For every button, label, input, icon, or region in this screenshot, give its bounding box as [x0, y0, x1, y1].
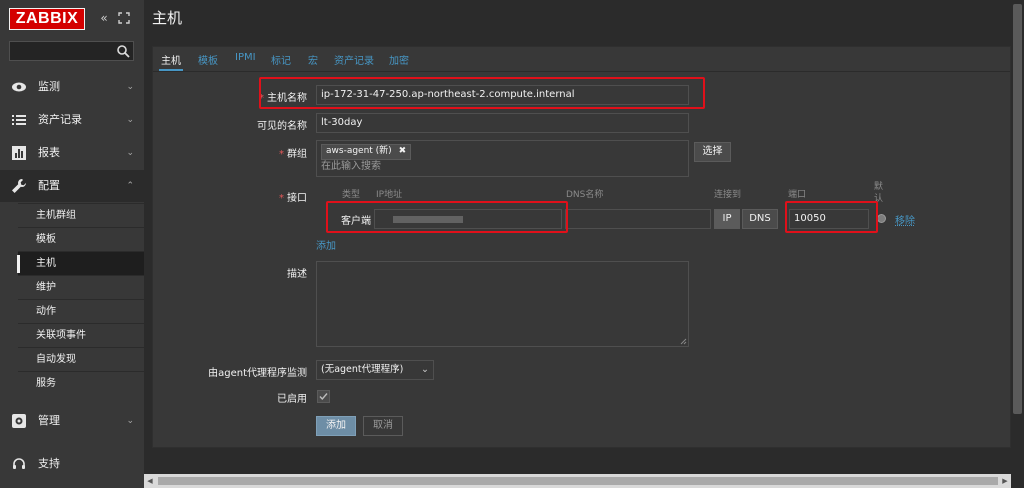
nav-label: 监测 [38, 80, 60, 93]
sidebar-item-hosts[interactable]: 主机 [17, 251, 144, 275]
page-title: 主机 [152, 9, 183, 27]
tab-templates[interactable]: 模板 [198, 52, 218, 67]
nav-administration[interactable]: 管理 ⌄ [0, 405, 144, 437]
list-icon [12, 115, 26, 125]
sidebar-item-host-groups[interactable]: 主机群组 [18, 203, 144, 227]
scroll-right-icon[interactable]: ▶ [999, 474, 1011, 488]
collapse-sidebar-icon[interactable]: « [97, 10, 111, 26]
search-icon[interactable] [116, 44, 130, 58]
config-submenu: 主机群组 模板 主机 维护 动作 关联项事件 自动发现 服务 [17, 203, 144, 395]
sidebar-item-discovery[interactable]: 自动发现 [18, 347, 144, 371]
cancel-button[interactable]: 取消 [363, 416, 403, 436]
sidebar-item-templates[interactable]: 模板 [18, 227, 144, 251]
interfaces-label: * 接口 [279, 193, 307, 204]
scroll-thumb[interactable] [158, 477, 998, 485]
tab-inventory[interactable]: 资产记录 [334, 52, 374, 67]
chevron-down-icon: ⌄ [421, 364, 429, 375]
nav-monitoring[interactable]: 监测 ⌄ [0, 71, 144, 103]
host-form-panel: 主机 模板 IPMI 标记 宏 资产记录 加密 * 主机名称 ip-172-31-… [152, 46, 1011, 448]
sidebar-item-services[interactable]: 服务 [18, 371, 144, 395]
checkmark-icon [319, 393, 328, 401]
tab-macros[interactable]: 宏 [308, 52, 318, 67]
sidebar-item-event-correlation[interactable]: 关联项事件 [18, 323, 144, 347]
remove-tag-icon[interactable]: ✖ [399, 146, 407, 156]
group-tag-label: aws-agent (新) [326, 146, 392, 156]
iface-header-connect: 连接到 [714, 190, 742, 200]
chevron-up-icon: ⌃ [126, 181, 134, 191]
chevron-down-icon: ⌄ [126, 115, 134, 125]
enabled-label: 已启用 [277, 394, 307, 405]
iface-header-type: 类型 [342, 190, 361, 200]
proxy-label: 由agent代理程序监测 [208, 368, 307, 379]
groups-label: * 群组 [279, 149, 307, 160]
sidebar-item-actions[interactable]: 动作 [18, 299, 144, 323]
add-interface-link[interactable]: 添加 [316, 237, 336, 252]
tab-bar: 主机 模板 IPMI 标记 宏 资产记录 加密 [153, 47, 1010, 72]
nav-support[interactable]: 支持 [0, 448, 144, 480]
default-radio[interactable] [877, 214, 886, 223]
nav-label: 支持 [38, 457, 60, 470]
groups-multiselect[interactable]: aws-agent (新) ✖ 在此输入搜索 [316, 140, 689, 177]
nav-label: 报表 [38, 146, 60, 159]
nav-label: 配置 [38, 179, 60, 192]
iface-dns-input[interactable] [565, 209, 711, 229]
wrench-icon [12, 179, 26, 193]
nav-inventory[interactable]: 资产记录 ⌄ [0, 104, 144, 136]
gear-icon [12, 414, 26, 428]
iface-header-ip: IP地址 [376, 190, 403, 200]
visible-name-input[interactable]: lt-30day [316, 113, 689, 133]
zabbix-logo[interactable]: ZABBIX [9, 8, 85, 30]
iface-header-dns: DNS名称 [566, 190, 604, 200]
proxy-select-value: (无agent代理程序) [321, 364, 404, 375]
highlight-port [785, 201, 878, 233]
eye-icon [12, 82, 26, 92]
scroll-left-icon[interactable]: ◀ [144, 474, 156, 488]
kiosk-mode-icon[interactable] [117, 10, 131, 26]
chevron-down-icon: ⌄ [126, 82, 134, 92]
group-tag: aws-agent (新) ✖ [321, 144, 412, 160]
resize-handle-icon[interactable] [680, 338, 687, 345]
headset-icon [13, 458, 25, 469]
tab-ipmi[interactable]: IPMI [235, 52, 256, 63]
horizontal-scrollbar[interactable]: ◀ ▶ [144, 474, 1011, 488]
nav-configuration[interactable]: 配置 ⌃ [0, 170, 144, 202]
group-search-placeholder[interactable]: 在此输入搜索 [321, 160, 381, 174]
chart-icon [12, 146, 26, 160]
proxy-select[interactable]: (无agent代理程序) ⌄ [316, 360, 434, 380]
select-groups-button[interactable]: 选择 [694, 142, 731, 162]
highlight-host-name [259, 77, 705, 109]
scroll-thumb[interactable] [1013, 4, 1022, 414]
add-button[interactable]: 添加 [316, 416, 356, 436]
tab-encryption[interactable]: 加密 [389, 52, 409, 67]
enabled-checkbox[interactable] [317, 390, 330, 403]
nav-label: 管理 [38, 414, 60, 427]
iface-header-port: 端口 [788, 190, 807, 200]
chevron-down-icon: ⌄ [126, 416, 134, 426]
sidebar-item-maintenance[interactable]: 维护 [18, 275, 144, 299]
description-textarea[interactable] [316, 261, 689, 347]
visible-name-label: 可见的名称 [257, 121, 307, 132]
description-label: 描述 [287, 269, 307, 280]
tab-tags[interactable]: 标记 [271, 52, 291, 67]
remove-interface-link[interactable]: 移除 [895, 212, 915, 227]
tab-host[interactable]: 主机 [159, 52, 183, 71]
connect-ip-button[interactable]: IP [714, 209, 740, 229]
vertical-scrollbar[interactable] [1011, 0, 1024, 488]
nav-reports[interactable]: 报表 ⌄ [0, 137, 144, 169]
sidebar-search[interactable] [9, 41, 134, 61]
connect-dns-button[interactable]: DNS [742, 209, 778, 229]
nav-label: 资产记录 [38, 113, 82, 126]
sidebar: ZABBIX « 监测 ⌄ 资产记录 ⌄ 报表 ⌄ 配置 ⌃ 主机群组 模板 主… [0, 0, 144, 488]
highlight-interface-ip [326, 201, 568, 233]
chevron-down-icon: ⌄ [126, 148, 134, 158]
